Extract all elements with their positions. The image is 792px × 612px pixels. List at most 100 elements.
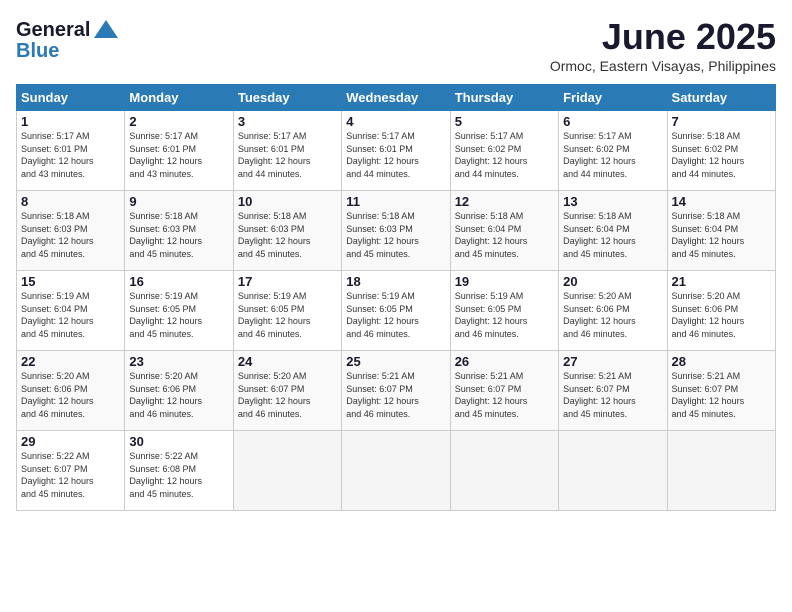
day-info: Sunrise: 5:18 AM Sunset: 6:03 PM Dayligh… bbox=[21, 210, 120, 260]
day-number: 22 bbox=[21, 354, 120, 369]
calendar-day-cell: 8Sunrise: 5:18 AM Sunset: 6:03 PM Daylig… bbox=[17, 191, 125, 271]
calendar-day-cell: 2Sunrise: 5:17 AM Sunset: 6:01 PM Daylig… bbox=[125, 111, 233, 191]
calendar-day-cell: 3Sunrise: 5:17 AM Sunset: 6:01 PM Daylig… bbox=[233, 111, 341, 191]
day-number: 14 bbox=[672, 194, 771, 209]
day-info: Sunrise: 5:17 AM Sunset: 6:01 PM Dayligh… bbox=[129, 130, 228, 180]
calendar-week-row: 22Sunrise: 5:20 AM Sunset: 6:06 PM Dayli… bbox=[17, 351, 776, 431]
day-number: 4 bbox=[346, 114, 445, 129]
title-block: June 2025 Ormoc, Eastern Visayas, Philip… bbox=[550, 16, 776, 74]
day-info: Sunrise: 5:17 AM Sunset: 6:01 PM Dayligh… bbox=[21, 130, 120, 180]
calendar-day-cell bbox=[667, 431, 775, 511]
day-info: Sunrise: 5:20 AM Sunset: 6:06 PM Dayligh… bbox=[129, 370, 228, 420]
day-number: 13 bbox=[563, 194, 662, 209]
day-info: Sunrise: 5:18 AM Sunset: 6:03 PM Dayligh… bbox=[238, 210, 337, 260]
day-info: Sunrise: 5:20 AM Sunset: 6:06 PM Dayligh… bbox=[21, 370, 120, 420]
day-info: Sunrise: 5:21 AM Sunset: 6:07 PM Dayligh… bbox=[346, 370, 445, 420]
day-number: 6 bbox=[563, 114, 662, 129]
day-info: Sunrise: 5:20 AM Sunset: 6:06 PM Dayligh… bbox=[563, 290, 662, 340]
calendar-day-cell bbox=[342, 431, 450, 511]
day-number: 27 bbox=[563, 354, 662, 369]
calendar-title: June 2025 bbox=[550, 16, 776, 58]
day-info: Sunrise: 5:18 AM Sunset: 6:02 PM Dayligh… bbox=[672, 130, 771, 180]
day-info: Sunrise: 5:20 AM Sunset: 6:06 PM Dayligh… bbox=[672, 290, 771, 340]
day-info: Sunrise: 5:21 AM Sunset: 6:07 PM Dayligh… bbox=[563, 370, 662, 420]
logo: General Blue bbox=[16, 16, 120, 63]
calendar-day-cell: 11Sunrise: 5:18 AM Sunset: 6:03 PM Dayli… bbox=[342, 191, 450, 271]
calendar-day-cell: 5Sunrise: 5:17 AM Sunset: 6:02 PM Daylig… bbox=[450, 111, 558, 191]
calendar-day-cell: 6Sunrise: 5:17 AM Sunset: 6:02 PM Daylig… bbox=[559, 111, 667, 191]
day-number: 16 bbox=[129, 274, 228, 289]
day-info: Sunrise: 5:22 AM Sunset: 6:07 PM Dayligh… bbox=[21, 450, 120, 500]
day-info: Sunrise: 5:19 AM Sunset: 6:05 PM Dayligh… bbox=[346, 290, 445, 340]
day-number: 21 bbox=[672, 274, 771, 289]
logo-blue: Blue bbox=[16, 40, 59, 63]
day-number: 3 bbox=[238, 114, 337, 129]
day-number: 18 bbox=[346, 274, 445, 289]
calendar-day-cell: 13Sunrise: 5:18 AM Sunset: 6:04 PM Dayli… bbox=[559, 191, 667, 271]
calendar-day-cell: 17Sunrise: 5:19 AM Sunset: 6:05 PM Dayli… bbox=[233, 271, 341, 351]
day-info: Sunrise: 5:18 AM Sunset: 6:04 PM Dayligh… bbox=[455, 210, 554, 260]
day-number: 2 bbox=[129, 114, 228, 129]
weekday-header: Wednesday bbox=[342, 85, 450, 111]
day-number: 15 bbox=[21, 274, 120, 289]
calendar-day-cell: 10Sunrise: 5:18 AM Sunset: 6:03 PM Dayli… bbox=[233, 191, 341, 271]
logo-icon bbox=[92, 16, 120, 44]
calendar-day-cell: 1Sunrise: 5:17 AM Sunset: 6:01 PM Daylig… bbox=[17, 111, 125, 191]
logo-general: General bbox=[16, 19, 90, 42]
day-number: 25 bbox=[346, 354, 445, 369]
day-number: 23 bbox=[129, 354, 228, 369]
calendar-day-cell: 14Sunrise: 5:18 AM Sunset: 6:04 PM Dayli… bbox=[667, 191, 775, 271]
weekday-header: Thursday bbox=[450, 85, 558, 111]
calendar-subtitle: Ormoc, Eastern Visayas, Philippines bbox=[550, 58, 776, 74]
day-info: Sunrise: 5:18 AM Sunset: 6:03 PM Dayligh… bbox=[346, 210, 445, 260]
calendar-day-cell: 22Sunrise: 5:20 AM Sunset: 6:06 PM Dayli… bbox=[17, 351, 125, 431]
day-info: Sunrise: 5:17 AM Sunset: 6:01 PM Dayligh… bbox=[238, 130, 337, 180]
calendar-day-cell: 19Sunrise: 5:19 AM Sunset: 6:05 PM Dayli… bbox=[450, 271, 558, 351]
page-header: General Blue June 2025 Ormoc, Eastern Vi… bbox=[16, 16, 776, 74]
day-number: 8 bbox=[21, 194, 120, 209]
day-info: Sunrise: 5:17 AM Sunset: 6:01 PM Dayligh… bbox=[346, 130, 445, 180]
calendar-week-row: 8Sunrise: 5:18 AM Sunset: 6:03 PM Daylig… bbox=[17, 191, 776, 271]
calendar-week-row: 15Sunrise: 5:19 AM Sunset: 6:04 PM Dayli… bbox=[17, 271, 776, 351]
calendar-day-cell: 24Sunrise: 5:20 AM Sunset: 6:07 PM Dayli… bbox=[233, 351, 341, 431]
weekday-header: Sunday bbox=[17, 85, 125, 111]
calendar-day-cell: 25Sunrise: 5:21 AM Sunset: 6:07 PM Dayli… bbox=[342, 351, 450, 431]
day-info: Sunrise: 5:19 AM Sunset: 6:05 PM Dayligh… bbox=[129, 290, 228, 340]
calendar-day-cell: 15Sunrise: 5:19 AM Sunset: 6:04 PM Dayli… bbox=[17, 271, 125, 351]
calendar-day-cell: 28Sunrise: 5:21 AM Sunset: 6:07 PM Dayli… bbox=[667, 351, 775, 431]
day-number: 20 bbox=[563, 274, 662, 289]
day-number: 24 bbox=[238, 354, 337, 369]
day-number: 28 bbox=[672, 354, 771, 369]
day-info: Sunrise: 5:17 AM Sunset: 6:02 PM Dayligh… bbox=[563, 130, 662, 180]
calendar-day-cell: 21Sunrise: 5:20 AM Sunset: 6:06 PM Dayli… bbox=[667, 271, 775, 351]
calendar-header-row: SundayMondayTuesdayWednesdayThursdayFrid… bbox=[17, 85, 776, 111]
weekday-header: Friday bbox=[559, 85, 667, 111]
day-info: Sunrise: 5:18 AM Sunset: 6:03 PM Dayligh… bbox=[129, 210, 228, 260]
calendar-day-cell: 18Sunrise: 5:19 AM Sunset: 6:05 PM Dayli… bbox=[342, 271, 450, 351]
day-info: Sunrise: 5:20 AM Sunset: 6:07 PM Dayligh… bbox=[238, 370, 337, 420]
calendar-day-cell: 27Sunrise: 5:21 AM Sunset: 6:07 PM Dayli… bbox=[559, 351, 667, 431]
calendar-day-cell: 23Sunrise: 5:20 AM Sunset: 6:06 PM Dayli… bbox=[125, 351, 233, 431]
day-info: Sunrise: 5:21 AM Sunset: 6:07 PM Dayligh… bbox=[672, 370, 771, 420]
day-info: Sunrise: 5:19 AM Sunset: 6:05 PM Dayligh… bbox=[455, 290, 554, 340]
day-info: Sunrise: 5:17 AM Sunset: 6:02 PM Dayligh… bbox=[455, 130, 554, 180]
day-number: 5 bbox=[455, 114, 554, 129]
calendar-day-cell bbox=[233, 431, 341, 511]
day-info: Sunrise: 5:19 AM Sunset: 6:05 PM Dayligh… bbox=[238, 290, 337, 340]
weekday-header: Saturday bbox=[667, 85, 775, 111]
day-info: Sunrise: 5:21 AM Sunset: 6:07 PM Dayligh… bbox=[455, 370, 554, 420]
calendar-day-cell: 26Sunrise: 5:21 AM Sunset: 6:07 PM Dayli… bbox=[450, 351, 558, 431]
day-info: Sunrise: 5:19 AM Sunset: 6:04 PM Dayligh… bbox=[21, 290, 120, 340]
calendar-day-cell: 30Sunrise: 5:22 AM Sunset: 6:08 PM Dayli… bbox=[125, 431, 233, 511]
day-number: 30 bbox=[129, 434, 228, 449]
calendar-day-cell: 16Sunrise: 5:19 AM Sunset: 6:05 PM Dayli… bbox=[125, 271, 233, 351]
calendar-day-cell: 20Sunrise: 5:20 AM Sunset: 6:06 PM Dayli… bbox=[559, 271, 667, 351]
day-number: 26 bbox=[455, 354, 554, 369]
day-number: 9 bbox=[129, 194, 228, 209]
calendar-day-cell bbox=[559, 431, 667, 511]
calendar-week-row: 29Sunrise: 5:22 AM Sunset: 6:07 PM Dayli… bbox=[17, 431, 776, 511]
day-info: Sunrise: 5:18 AM Sunset: 6:04 PM Dayligh… bbox=[563, 210, 662, 260]
day-number: 19 bbox=[455, 274, 554, 289]
calendar-day-cell bbox=[450, 431, 558, 511]
calendar-day-cell: 29Sunrise: 5:22 AM Sunset: 6:07 PM Dayli… bbox=[17, 431, 125, 511]
